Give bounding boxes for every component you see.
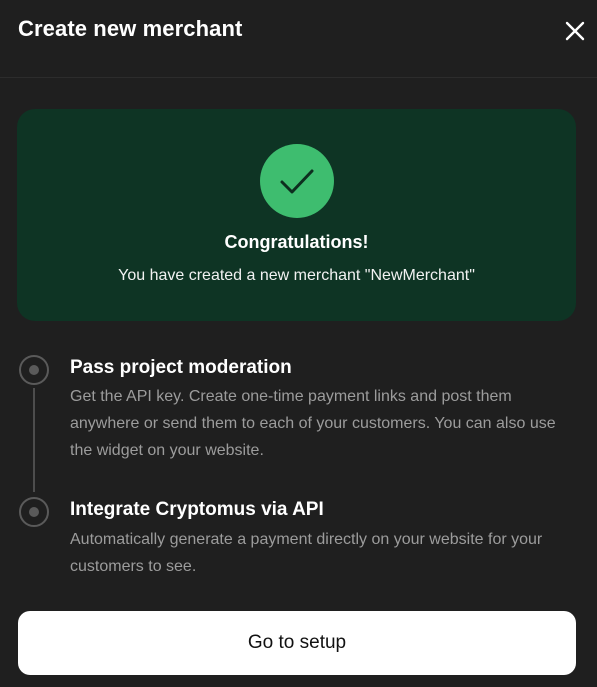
modal-title: Create new merchant (18, 16, 243, 41)
create-merchant-modal: Create new merchant Congratulations! You… (0, 0, 597, 687)
step-2-radio-icon (19, 497, 49, 527)
success-message: You have created a new merchant "NewMerc… (118, 267, 475, 284)
step-2-description: Automatically generate a payment directl… (70, 531, 543, 575)
success-card: Congratulations! You have created a new … (17, 109, 576, 321)
checkmark-icon (260, 144, 334, 218)
step-2-title: Integrate Cryptomus via API (70, 499, 324, 520)
close-icon[interactable] (562, 18, 588, 44)
step-1-description: Get the API key. Create one-time payment… (70, 388, 556, 459)
success-heading: Congratulations! (224, 232, 369, 252)
modal-header: Create new merchant (0, 0, 597, 78)
step-1-radio-icon (19, 355, 49, 385)
step-1-title: Pass project moderation (70, 357, 292, 378)
steps-timeline (33, 388, 35, 492)
go-to-setup-button[interactable]: Go to setup (18, 611, 576, 675)
